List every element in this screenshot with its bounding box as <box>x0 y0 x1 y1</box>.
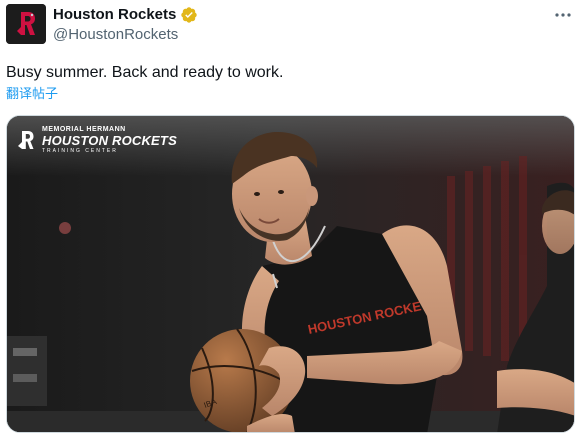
handle[interactable]: @HoustonRockets <box>53 25 178 45</box>
verified-badge-icon <box>181 7 198 23</box>
avatar[interactable] <box>6 4 46 44</box>
watermark-top-text: MEMORIAL HERMANN <box>42 126 126 133</box>
rockets-logo-icon <box>6 4 46 44</box>
watermark-sub-text: TRAINING CENTER <box>42 148 118 154</box>
more-options-button[interactable] <box>549 4 577 26</box>
display-name[interactable]: Houston Rockets <box>53 5 176 25</box>
media-image[interactable]: HOUSTON ROCKETS IBA MEMORIAL HERMANN HOU… <box>6 115 575 433</box>
training-center-watermark: MEMORIAL HERMANN HOUSTON ROCKETS TRAININ… <box>16 126 177 154</box>
translate-post-link[interactable]: 翻译帖子 <box>6 85 58 103</box>
watermark-main-text: HOUSTON ROCKETS <box>42 133 177 148</box>
tweet: Houston Rockets @HoustonRockets Busy sum… <box>0 0 588 439</box>
more-options-icon <box>555 13 571 17</box>
player-photo: HOUSTON ROCKETS IBA <box>7 116 574 432</box>
rockets-logo-icon <box>18 131 34 149</box>
tweet-text: Busy summer. Back and ready to work. <box>6 64 284 81</box>
name-row: Houston Rockets <box>53 5 198 25</box>
